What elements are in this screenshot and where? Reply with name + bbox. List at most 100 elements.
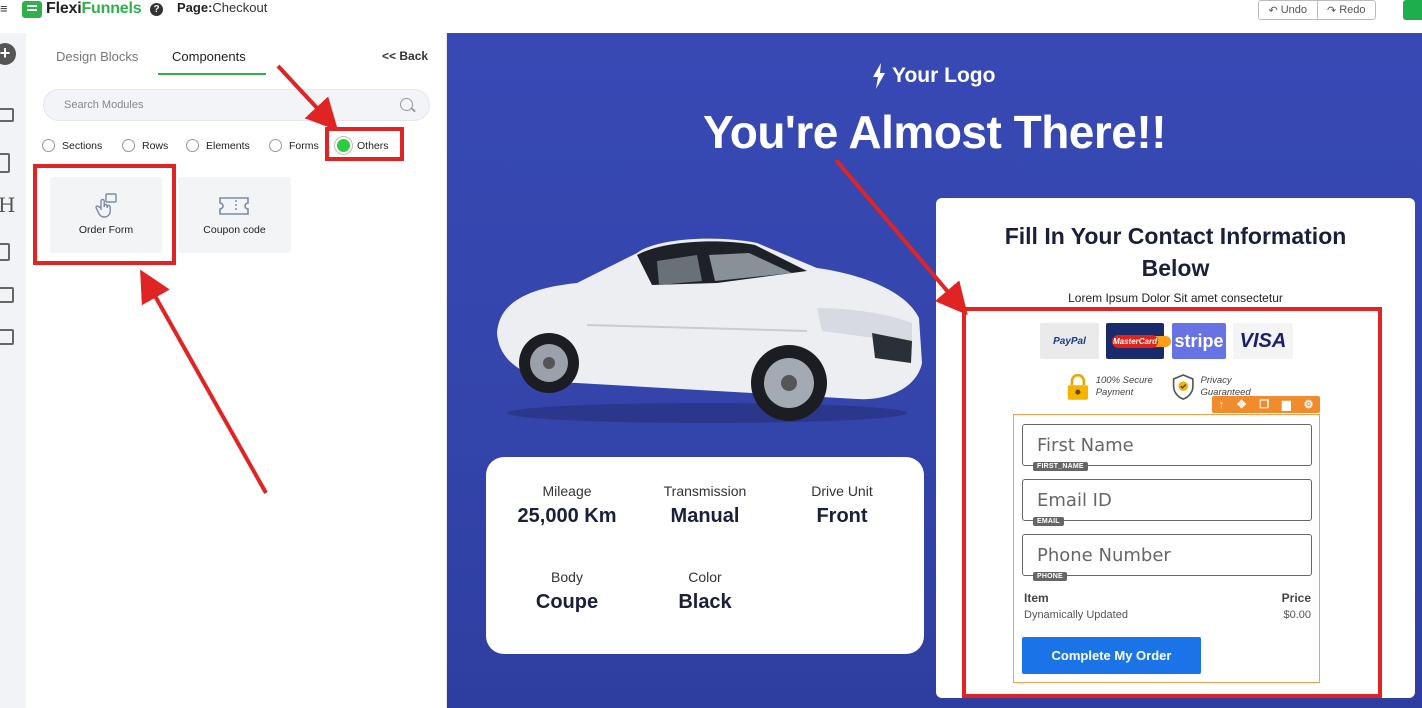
contact-form-card: Fill In Your Contact Information Below L… xyxy=(936,198,1415,698)
secure-payment-badge: 100% Secure Payment xyxy=(1066,371,1178,403)
price-header: Price xyxy=(1281,591,1311,605)
email-input[interactable] xyxy=(1023,480,1311,520)
filter-sections[interactable]: Sections xyxy=(42,139,102,152)
module-coupon-code[interactable]: Coupon code xyxy=(178,177,291,253)
field-tag: FIRST_NAME xyxy=(1033,462,1088,471)
first-name-input[interactable] xyxy=(1023,425,1311,465)
help-icon[interactable]: ? xyxy=(150,3,163,16)
lock-icon xyxy=(1067,373,1089,400)
first-name-field: FIRST_NAME xyxy=(1022,424,1312,471)
field-tag: EMAIL xyxy=(1033,517,1064,526)
email-field: EMAIL xyxy=(1022,479,1312,526)
delete-icon[interactable]: ▆ xyxy=(1282,398,1290,411)
phone-input[interactable] xyxy=(1023,535,1311,575)
spec-value: Front xyxy=(816,505,868,527)
spec-key: Transmission xyxy=(663,483,747,499)
heading-icon[interactable]: H xyxy=(0,193,15,217)
menu-icon[interactable]: ≡ xyxy=(0,1,8,16)
mastercard-logo: MasterCard xyxy=(1106,323,1164,359)
spec-key: Color xyxy=(688,569,722,585)
car-specs-card: Mileage 25,000 Km Transmission Manual Driv… xyxy=(486,457,924,654)
tab-components[interactable]: Components xyxy=(172,49,246,64)
page-name: Page:Checkout xyxy=(177,0,268,15)
publish-button[interactable] xyxy=(1403,0,1422,20)
search-input[interactable] xyxy=(44,90,364,120)
back-link[interactable]: << Back xyxy=(382,49,428,63)
phone-field: PHONE xyxy=(1022,534,1312,581)
spec-key: Mileage xyxy=(542,483,592,499)
undo-redo-group: ↶ Undo ↷ Redo xyxy=(1258,0,1376,20)
stripe-logo: stripe xyxy=(1172,323,1226,359)
payment-name: MasterCard xyxy=(1111,334,1158,348)
lightning-icon xyxy=(873,63,885,89)
settings-icon[interactable]: ⚙ xyxy=(1304,398,1314,411)
filter-label: Sections xyxy=(62,139,103,152)
visa-logo: VISA xyxy=(1233,323,1293,359)
text-icon[interactable] xyxy=(0,243,10,261)
payment-name: VISA xyxy=(1239,329,1287,352)
radio-button[interactable] xyxy=(122,139,135,152)
payment-name: stripe xyxy=(1174,330,1224,351)
drag-icon[interactable]: ✥ xyxy=(1237,398,1246,411)
order-form[interactable]: FIRST_NAME EMAIL PHONE Item Price Dynami… xyxy=(1013,414,1320,683)
payment-name: PayPal xyxy=(1053,335,1086,347)
car-image xyxy=(497,238,922,423)
logo-text: Your Logo xyxy=(892,64,996,87)
undo-button[interactable]: ↶ Undo xyxy=(1259,1,1317,19)
column-icon[interactable] xyxy=(0,153,10,173)
filter-rows[interactable]: Rows xyxy=(122,139,168,152)
radio-button[interactable] xyxy=(42,139,55,152)
spec-body: Body Coupe xyxy=(497,569,637,614)
spec-key: Drive Unit xyxy=(811,483,873,499)
add-icon[interactable]: + xyxy=(0,43,16,65)
shield-icon xyxy=(1172,374,1194,400)
filter-others[interactable]: Others xyxy=(337,139,389,152)
filter-forms[interactable]: Forms xyxy=(269,139,319,152)
spec-color: Color Black xyxy=(635,569,775,614)
video-icon[interactable] xyxy=(0,329,14,345)
radio-button[interactable] xyxy=(186,139,199,152)
filter-label: Others xyxy=(357,139,389,152)
search-box xyxy=(43,89,430,121)
filter-label: Elements xyxy=(206,139,250,152)
duplicate-icon[interactable]: ❐ xyxy=(1259,398,1269,411)
complete-order-button[interactable]: Complete My Order xyxy=(1022,637,1201,674)
hand-pointer-icon xyxy=(95,193,117,218)
redo-icon: ↷ xyxy=(1326,4,1337,17)
module-order-form[interactable]: Order Form xyxy=(50,177,162,253)
order-summary-header: Item Price xyxy=(1024,591,1311,605)
undo-icon: ↶ xyxy=(1268,4,1278,17)
item-header: Item xyxy=(1024,591,1049,605)
image-icon[interactable] xyxy=(0,287,14,303)
active-tab-indicator xyxy=(158,73,266,75)
spec-key: Body xyxy=(551,569,583,585)
spec-value: Manual xyxy=(670,505,740,527)
spec-value: 25,000 Km xyxy=(517,505,617,527)
filter-label: Forms xyxy=(289,139,319,152)
filter-label: Rows xyxy=(142,139,169,152)
section-icon[interactable] xyxy=(0,108,14,122)
radio-button-selected[interactable] xyxy=(337,139,350,152)
spec-value: Coupe xyxy=(535,591,599,613)
search-icon[interactable] xyxy=(400,98,413,111)
spec-transmission: Transmission Manual xyxy=(635,483,775,528)
your-logo: Your Logo xyxy=(872,63,995,89)
brand-logo: FlexiFunnels xyxy=(46,0,142,17)
order-summary-row: Dynamically Updated $0.00 xyxy=(1024,609,1311,621)
radio-button[interactable] xyxy=(269,139,282,152)
components-panel: Design Blocks Components << Back Section… xyxy=(26,33,447,708)
spec-value: Black xyxy=(678,591,732,613)
move-up-icon[interactable]: ↑ xyxy=(1219,399,1225,411)
module-label: Coupon code xyxy=(203,224,266,236)
redo-button[interactable]: ↷ Redo xyxy=(1316,1,1376,19)
price-value: $0.00 xyxy=(1283,609,1311,621)
left-icon-rail: + H xyxy=(0,33,26,708)
field-tag: PHONE xyxy=(1033,572,1067,581)
module-label: Order Form xyxy=(78,224,134,236)
headline: You're Almost There!! xyxy=(702,106,1167,158)
spec-drive-unit: Drive Unit Front xyxy=(772,483,912,528)
filter-elements[interactable]: Elements xyxy=(186,139,250,152)
tab-design-blocks[interactable]: Design Blocks xyxy=(56,49,138,64)
spec-mileage: Mileage 25,000 Km xyxy=(497,483,637,528)
page-canvas[interactable]: Your Logo You're Almost There!! Mileage 2… xyxy=(447,33,1422,708)
